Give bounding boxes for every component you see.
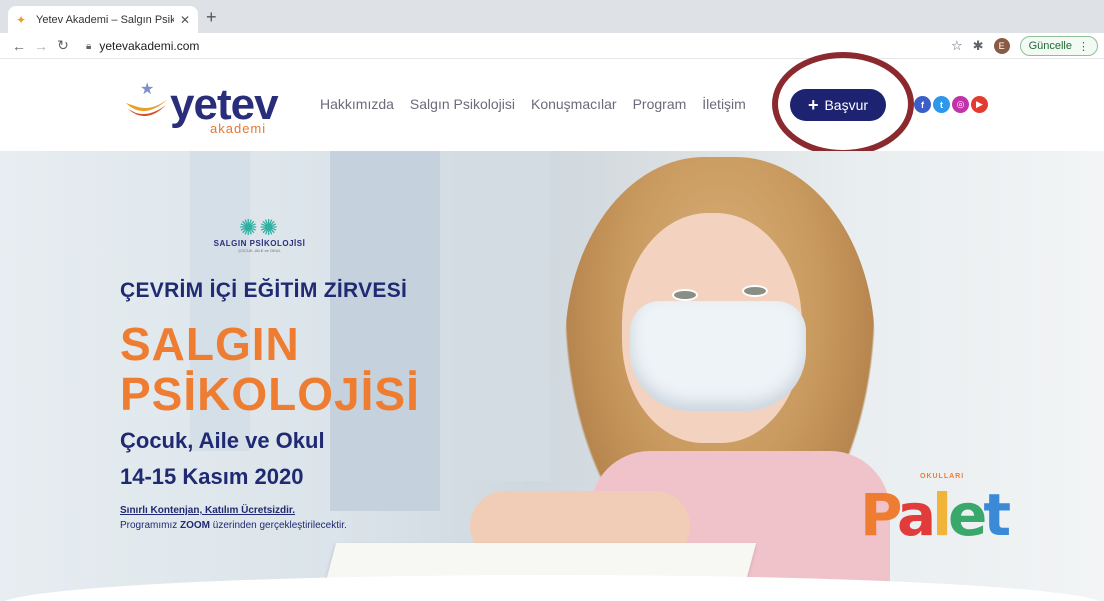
back-icon[interactable]: ← <box>8 38 30 54</box>
photo-face-mask <box>630 301 806 411</box>
hero-summit-heading: ÇEVRİM İÇİ EĞİTİM ZİRVESİ <box>120 279 408 302</box>
social-links: f t ◎ ▶ <box>914 96 988 113</box>
apply-button[interactable]: + Başvur <box>790 89 886 121</box>
facebook-icon[interactable]: f <box>914 96 931 113</box>
event-logo: ✺✺ SALGIN PSİKOLOJİSİ ÇOCUK, AİLE ve OKU… <box>212 217 307 261</box>
hero-note-capacity: Sınırlı Kontenjan, Katılım Ücretsizdir. <box>120 505 296 516</box>
partner-logo: OKULLARI Palet <box>860 473 1011 553</box>
note-zoom-post: üzerinden gerçekleştirilecektir. <box>212 520 347 531</box>
nav-item-speakers[interactable]: Konuşmacılar <box>531 96 617 112</box>
photo-eye-left <box>672 289 698 301</box>
instagram-icon[interactable]: ◎ <box>952 96 969 113</box>
nav-item-program[interactable]: Program <box>633 96 687 112</box>
nav-item-contact[interactable]: İletişim <box>702 96 746 112</box>
logo-subtext: akademi <box>210 121 267 136</box>
note-zoom-bold: ZOOM <box>180 520 211 531</box>
url-text[interactable]: yetevakademi.com <box>99 39 199 53</box>
forward-icon[interactable]: → <box>30 38 52 54</box>
site-logo[interactable]: ★ yetev akademi <box>122 77 279 137</box>
site-header: ★ yetev akademi Hakkımızda Salgın Psikol… <box>0 52 1104 156</box>
browser-tabstrip: ✦ Yetev Akademi – Salgın Psikolo ✕ + <box>0 0 1104 33</box>
background-bookshelf <box>330 151 440 511</box>
nav-item-about[interactable]: Hakkımızda <box>320 96 394 112</box>
hero-note-zoom: Programımız ZOOM üzerinden gerçekleştiri… <box>120 520 347 531</box>
hero-date: 14-15 Kasım 2020 <box>120 464 304 489</box>
event-logo-subtitle: ÇOCUK, AİLE ve OKUL <box>238 248 281 253</box>
twitter-icon[interactable]: t <box>933 96 950 113</box>
event-logo-title: SALGIN PSİKOLOJİSİ <box>213 239 306 248</box>
new-tab-button[interactable]: + <box>206 7 217 27</box>
logo-swoosh-icon <box>126 99 168 117</box>
background-window <box>470 151 550 481</box>
plus-icon: + <box>807 95 819 115</box>
hero-subtitle: Çocuk, Aile ve Okul <box>120 428 325 453</box>
partner-logo-name: Palet <box>860 481 1011 549</box>
hero-banner: ✺✺ SALGIN PSİKOLOJİSİ ÇOCUK, AİLE ve OKU… <box>0 151 1104 601</box>
tab-title: Yetev Akademi – Salgın Psikolo <box>36 13 174 26</box>
main-nav: Hakkımızda Salgın Psikolojisi Konuşmacıl… <box>320 96 746 112</box>
lock-icon: 🔒︎ <box>86 40 92 52</box>
browser-tab[interactable]: ✦ Yetev Akademi – Salgın Psikolo ✕ <box>8 6 198 33</box>
address-bar[interactable]: 🔒︎ yetevakademi.com <box>86 36 936 56</box>
reload-icon[interactable]: ↻ <box>52 37 74 54</box>
photo-eye-right <box>742 285 768 297</box>
bookmark-star-icon[interactable]: ☆ <box>951 38 963 54</box>
apply-label: Başvur <box>824 97 869 113</box>
browser-toolbar: ← → ↻ 🔒︎ yetevakademi.com ☆ ✱ E Güncelle… <box>0 33 1104 59</box>
hero-title-line2: PSİKOLOJİSİ <box>120 368 420 420</box>
site-favicon-icon: ✦ <box>16 12 27 27</box>
extensions-icon[interactable]: ✱ <box>973 38 984 54</box>
update-label: Güncelle <box>1028 40 1072 52</box>
nav-item-pandemic-psychology[interactable]: Salgın Psikolojisi <box>410 96 515 112</box>
menu-dots-icon: ⋮ <box>1078 40 1089 53</box>
tab-close-icon[interactable]: ✕ <box>180 13 190 27</box>
profile-avatar[interactable]: E <box>993 38 1010 54</box>
hero-bottom-wave <box>0 575 1104 601</box>
note-zoom-pre: Programımız <box>120 520 178 531</box>
update-button[interactable]: Güncelle ⋮ <box>1019 36 1098 56</box>
youtube-icon[interactable]: ▶ <box>971 96 988 113</box>
hero-title-line1: SALGIN <box>120 318 300 370</box>
partner-logo-arc: OKULLARI <box>920 473 965 480</box>
virus-icon: ✺✺ <box>239 215 280 240</box>
